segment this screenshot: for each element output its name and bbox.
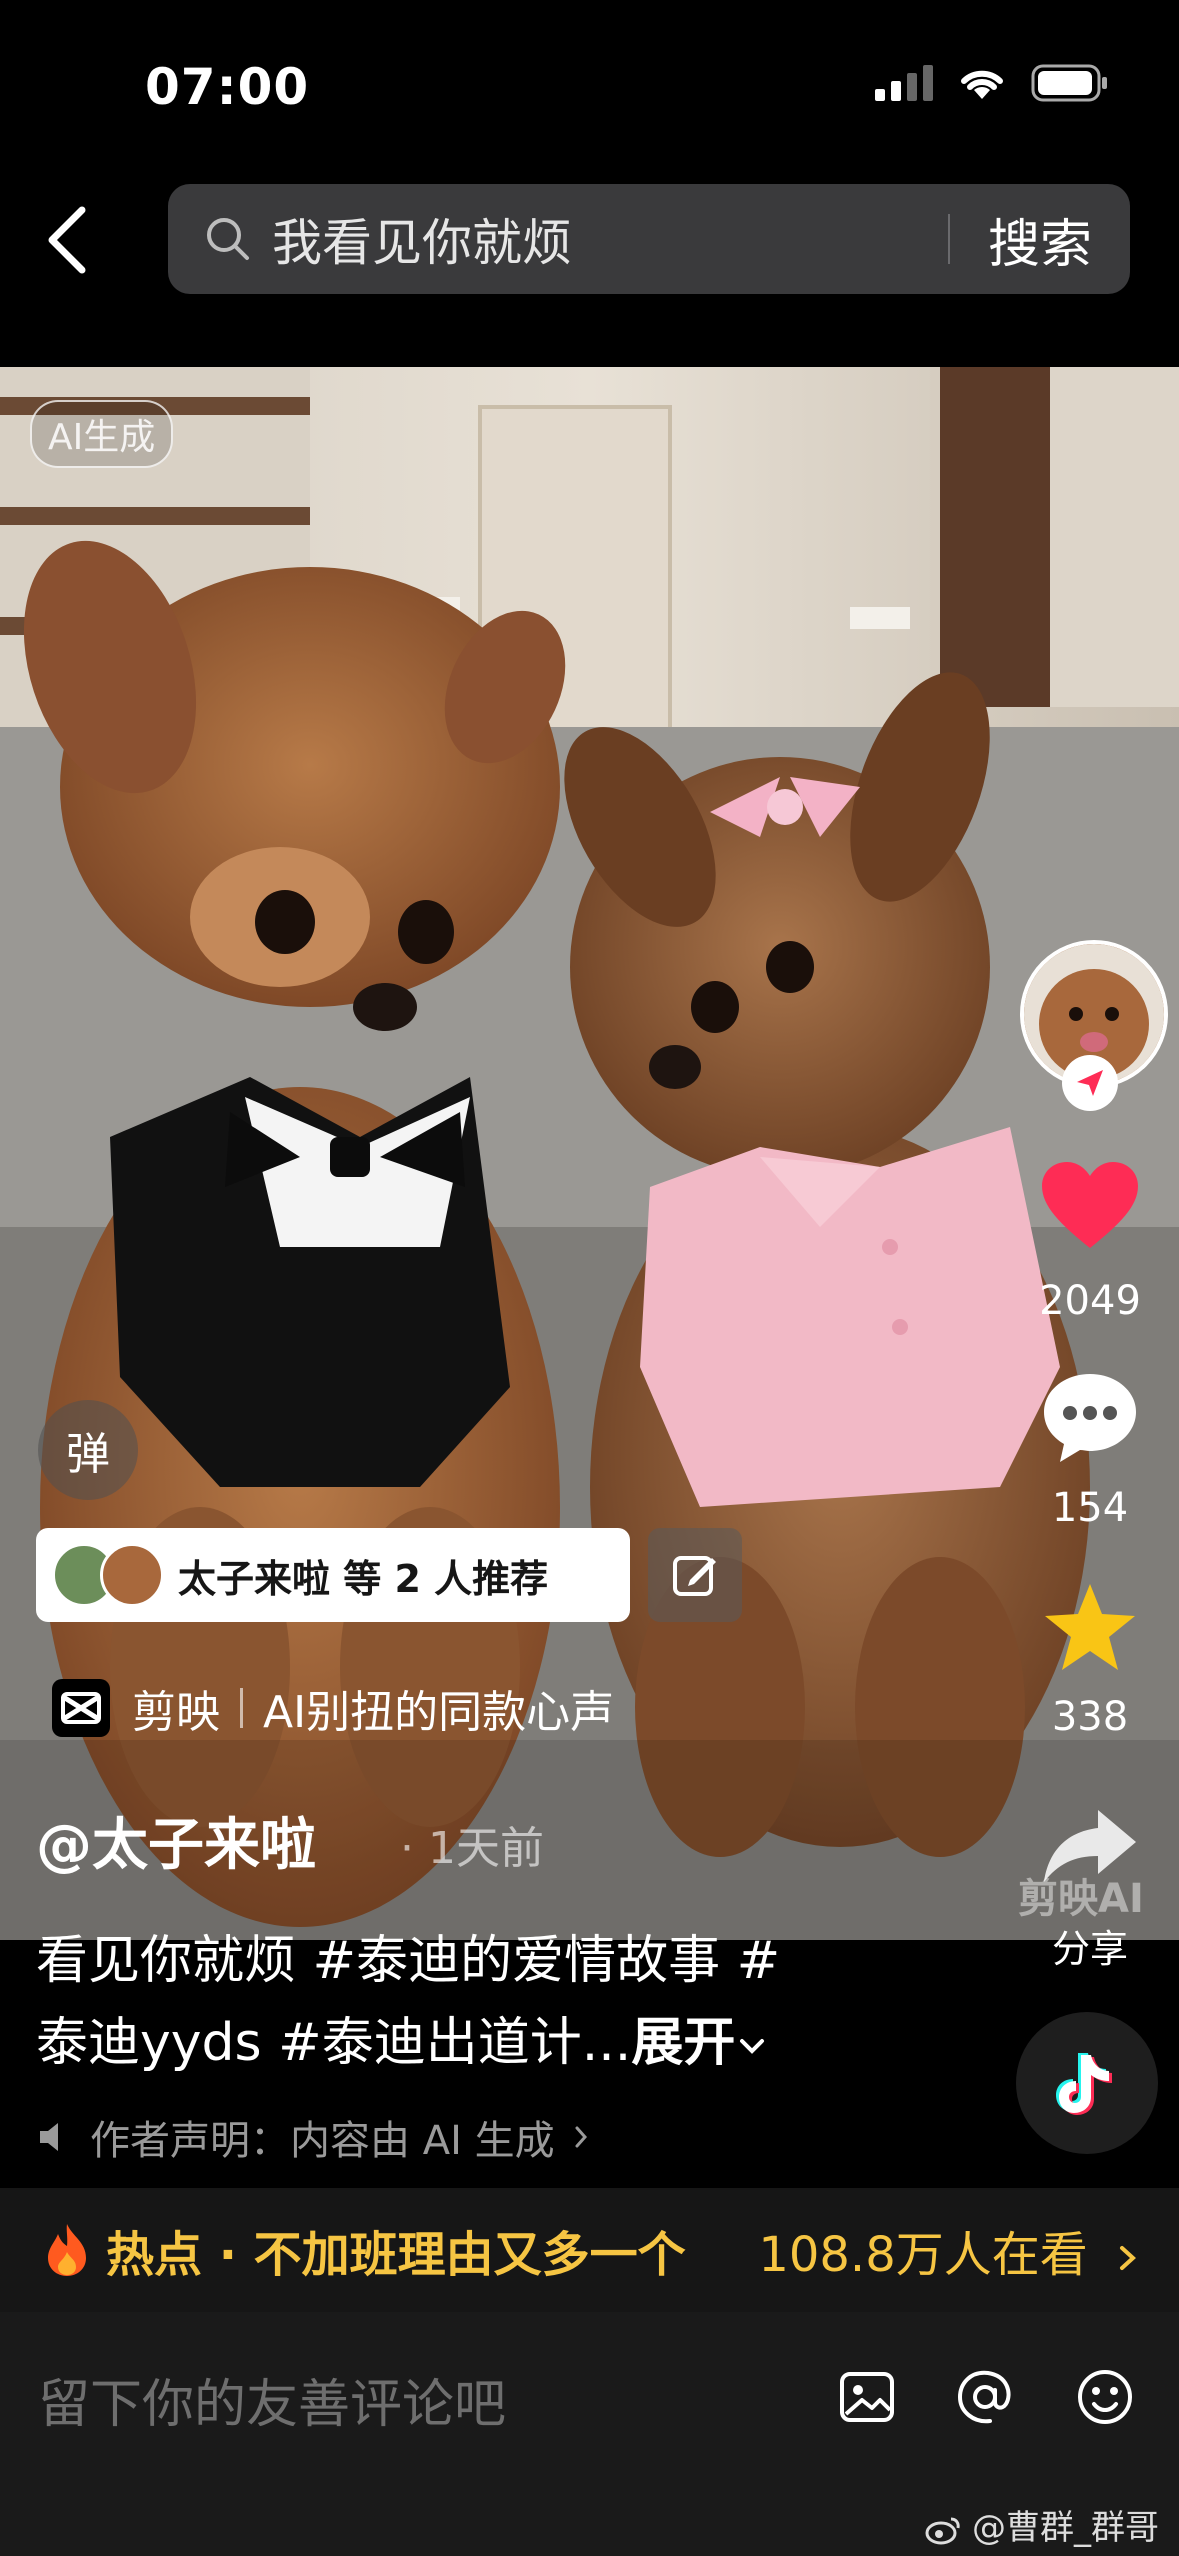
signal-icon (875, 65, 933, 101)
image-icon[interactable] (836, 2366, 898, 2428)
edit-icon (673, 1556, 716, 1596)
speaker-icon (40, 2123, 58, 2151)
capcut-ai-watermark: 剪映AI (1018, 1876, 1144, 1922)
author-declaration[interactable]: 作者声明：内容由 AI 生成 (36, 2108, 593, 2166)
weibo-logo-icon (925, 2517, 960, 2544)
caption-line-1: 看见你就烦 #泰迪的爱情故事 # (36, 1931, 781, 1991)
recommend-pill[interactable]: 太子来啦 等 2 人推荐 (36, 1528, 630, 1622)
post-time: · 1天前 (400, 1823, 544, 1874)
comment-input[interactable]: 留下你的友善评论吧 (38, 2362, 506, 2437)
battery-icon (1031, 64, 1107, 102)
capcut-logo-icon (52, 1679, 110, 1737)
search-bar[interactable]: 我看见你就烦 搜索 (168, 184, 1130, 294)
comment-count: 154 (1051, 1485, 1129, 1531)
search-icon (207, 218, 249, 260)
ai-generated-badge: AI生成 (30, 400, 174, 468)
weibo-watermark: @曹群_群哥 (925, 2500, 1159, 2549)
author-name[interactable]: @太子来啦 (36, 1800, 316, 1881)
tiktok-logo-icon (1056, 2053, 1112, 2115)
weibo-credit: @曹群_群哥 (972, 2508, 1159, 2548)
post-caption[interactable]: 看见你就烦 #泰迪的爱情故事 # 泰迪yyds #泰迪出道计...展开 (36, 1920, 936, 2084)
chevron-right-icon (575, 2126, 587, 2148)
hot-viewers-label: 108.8万人在看 (758, 2227, 1088, 2283)
capcut-template-name: AI别扭的同款心声 (263, 1687, 615, 1738)
like-icon[interactable] (1040, 1160, 1140, 1252)
capcut-template-link[interactable]: 剪映 AI别扭的同款心声 (52, 1676, 614, 1740)
recommend-text: 太子来啦 等 2 人推荐 (178, 1556, 549, 1601)
back-icon[interactable] (38, 200, 98, 280)
like-count: 2049 (1039, 1278, 1141, 1324)
favorite-star-icon[interactable] (1040, 1580, 1140, 1676)
share-label: 分享 (1051, 1927, 1128, 1971)
favorite-count: 338 (1051, 1694, 1129, 1740)
status-icons (875, 64, 1109, 102)
chevron-right-icon (1120, 2246, 1136, 2270)
declaration-text: 作者声明：内容由 AI 生成 (90, 2118, 555, 2164)
edit-recommend-button[interactable] (648, 1528, 742, 1622)
search-button[interactable]: 搜索 (950, 202, 1130, 277)
hot-topic-banner[interactable]: 热点 · 不加班理由又多一个 108.8万人在看 (0, 2188, 1179, 2312)
hot-topic-text: 热点 · 不加班理由又多一个 (106, 2227, 686, 2283)
search-input[interactable]: 我看见你就烦 (272, 203, 948, 275)
mention-icon[interactable] (954, 2366, 1016, 2428)
send-icon (1077, 1070, 1103, 1096)
expand-caption-button[interactable]: 展开 (631, 2013, 735, 2073)
fire-icon (48, 2224, 86, 2276)
chevron-down-icon (740, 2039, 765, 2054)
comment-icon[interactable] (1040, 1370, 1140, 1466)
hot-viewer-count: 108.8万人在看 (758, 2215, 1143, 2285)
follow-button[interactable] (1062, 1055, 1118, 1111)
caption-line-2: 泰迪yyds #泰迪出道计... (36, 2013, 632, 2073)
recommender-avatar-2 (100, 1543, 164, 1607)
status-time: 07:00 (145, 58, 310, 116)
emoji-icon[interactable] (1074, 2366, 1136, 2428)
danmaku-toggle[interactable]: 弹 (38, 1400, 138, 1500)
capcut-brand: 剪映 (132, 1687, 220, 1738)
capcut-divider (240, 1688, 243, 1728)
music-disc-button[interactable] (1016, 2012, 1158, 2154)
wifi-icon (961, 70, 1003, 99)
